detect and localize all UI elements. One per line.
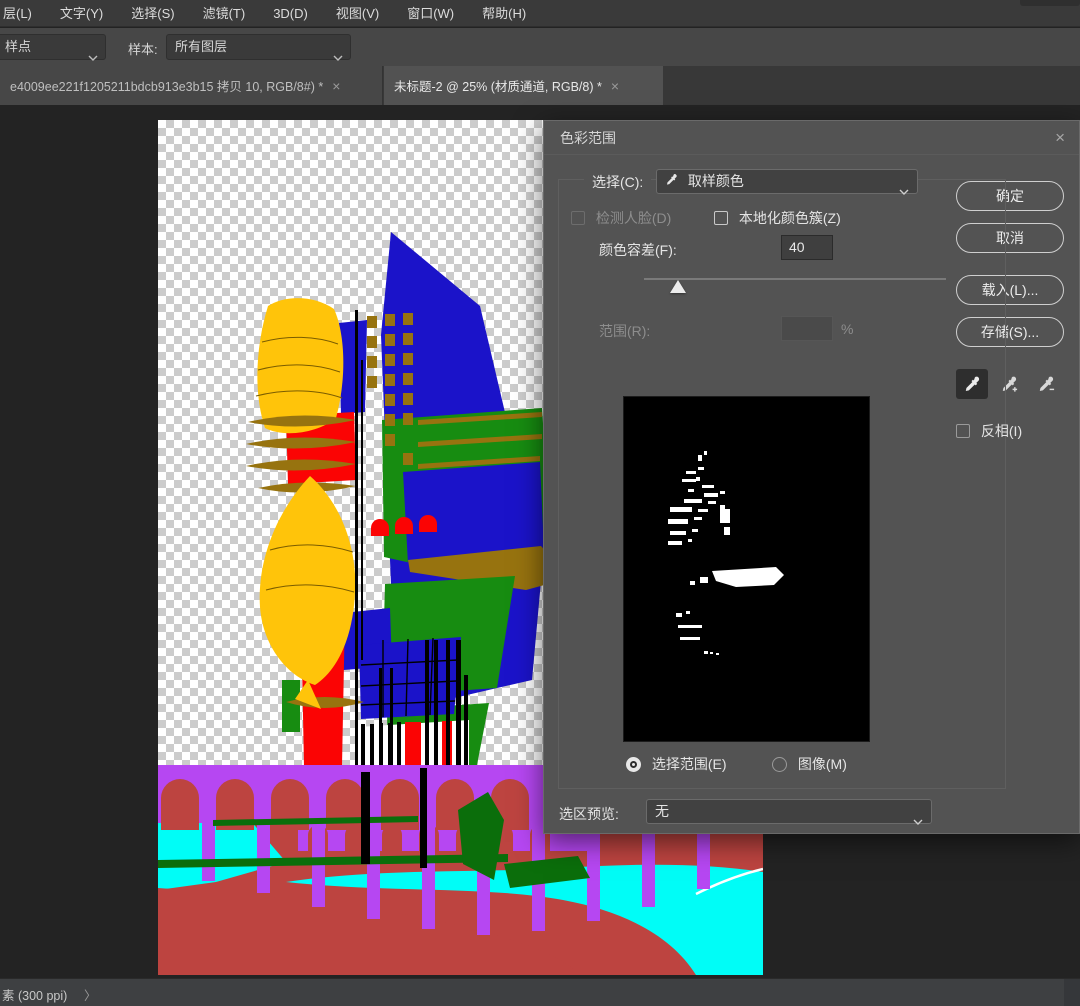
selection-preview-dropdown[interactable]: 无 [646,799,932,824]
sample-point-value: 样点 [5,39,31,54]
panel-top-edge [1020,0,1080,6]
sample-point-dropdown[interactable]: 样点 [0,34,106,60]
select-label: 选择(C): [592,174,643,190]
menu-layer[interactable]: 层(L) [0,0,46,27]
localized-clusters-row: 本地化颜色簇(Z) [714,208,841,228]
eyedropper-subtract-tool[interactable] [1030,369,1062,399]
selection-preview-value: 无 [655,803,669,819]
menu-bar: 层(L) 文字(Y) 选择(S) 滤镜(T) 3D(D) 视图(V) 窗口(W)… [0,0,1080,27]
menu-window[interactable]: 窗口(W) [393,0,468,27]
range-input [781,316,833,341]
close-icon[interactable]: × [332,78,340,94]
radio-image[interactable] [772,757,787,772]
building-yellow-ruffle [256,298,343,433]
statusbar-corner [1064,979,1080,1006]
detect-faces-row: 检测人脸(D) [571,208,671,228]
invert-label: 反相(I) [981,423,1022,439]
fuzziness-input[interactable]: 40 [781,235,833,260]
localized-clusters-checkbox[interactable] [714,211,728,225]
select-value: 取样颜色 [688,173,744,189]
menu-3d[interactable]: 3D(D) [259,0,322,27]
sample-label: 样本: [128,39,158,58]
menu-help[interactable]: 帮助(H) [468,0,540,27]
invert-row: 反相(I) [956,421,1022,441]
sample-layers-dropdown[interactable]: 所有图层 [166,34,351,60]
radio-selection-label: 选择范围(E) [652,756,727,772]
status-bar: 素 (300 ppi) 〉 [0,978,1080,1006]
status-text: 素 (300 ppi) [2,985,67,1004]
color-range-dialog: 色彩范围 × 选择(C): 取样颜色 检测人脸(D) 本地化颜色簇(Z) 颜色容… [543,120,1080,834]
menu-view[interactable]: 视图(V) [322,0,393,27]
eyedropper-icon [665,173,682,189]
chevron-down-icon [913,809,923,832]
menu-select[interactable]: 选择(S) [117,0,188,27]
document-tab-bar: e4009ee221f1205211bdcb913e3b15 拷贝 10, RG… [0,66,1080,105]
detect-faces-checkbox[interactable] [571,211,585,225]
radio-image-label: 图像(M) [798,756,847,772]
selection-mask [624,397,869,741]
fuzziness-label: 颜色容差(F): [599,240,677,260]
tab-document-1-label: e4009ee221f1205211bdcb913e3b15 拷贝 10, RG… [10,76,323,95]
detect-faces-label: 检测人脸(D) [596,210,671,226]
menu-type[interactable]: 文字(Y) [46,0,117,27]
select-row: 选择(C): [584,169,651,195]
radio-selection[interactable] [626,757,641,772]
menu-filter[interactable]: 滤镜(T) [189,0,260,27]
range-label: 范围(R): [599,321,650,341]
close-icon[interactable]: × [1055,129,1065,146]
preview-mode-selection[interactable]: 选择范围(E) [626,754,727,774]
fuzziness-value: 40 [789,239,805,255]
eyedropper-minus-icon [1037,375,1055,393]
localized-clusters-label: 本地化颜色簇(Z) [739,210,841,226]
sample-layers-value: 所有图层 [175,39,227,54]
chevron-down-icon [899,179,909,202]
selection-preview-label: 选区预览: [559,804,619,824]
dialog-title[interactable]: 色彩范围 [544,121,1079,155]
status-chevron-icon[interactable]: 〉 [84,985,97,1004]
close-icon[interactable]: × [611,78,619,94]
select-dropdown[interactable]: 取样颜色 [656,169,918,194]
tab-document-2[interactable]: 未标题-2 @ 25% (材质通道, RGB/8) * × [384,66,663,105]
tab-document-1[interactable]: e4009ee221f1205211bdcb913e3b15 拷贝 10, RG… [0,66,383,105]
fuzziness-slider-thumb[interactable] [670,280,686,293]
preview-mode-image[interactable]: 图像(M) [772,754,847,774]
photoshop-window: 层(L) 文字(Y) 选择(S) 滤镜(T) 3D(D) 视图(V) 窗口(W)… [0,0,1080,1006]
selection-preview-image [624,397,869,741]
options-bar: 样点 样本: 所有图层 [0,28,1080,66]
tab-document-2-label: 未标题-2 @ 25% (材质通道, RGB/8) * [394,76,602,95]
fuzziness-slider-track[interactable] [644,278,946,280]
invert-checkbox[interactable] [956,424,970,438]
range-unit: % [841,321,853,337]
